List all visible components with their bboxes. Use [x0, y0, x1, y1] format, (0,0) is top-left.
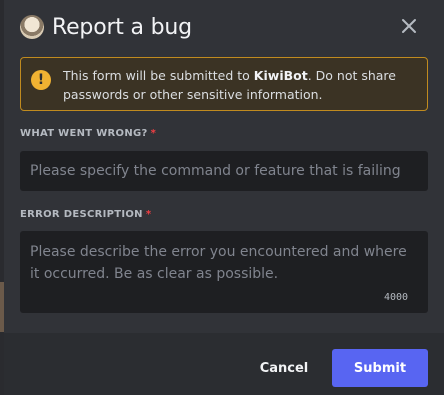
what-went-wrong-input[interactable] — [20, 151, 428, 191]
what-went-wrong-label: WHAT WENT WRONG? * — [20, 128, 156, 139]
avatar — [20, 15, 44, 39]
notice-bot-name: KiwiBot — [253, 68, 308, 83]
required-mark: * — [145, 209, 152, 220]
error-description-label-text: ERROR DESCRIPTION — [20, 209, 143, 220]
what-went-wrong-label-text: WHAT WENT WRONG? — [20, 128, 148, 139]
close-icon[interactable] — [399, 16, 419, 36]
cancel-button[interactable]: Cancel — [250, 350, 318, 386]
modal-header: Report a bug — [20, 10, 428, 44]
required-mark: * — [150, 128, 157, 139]
submit-button[interactable]: Submit — [332, 349, 428, 387]
error-description-label: ERROR DESCRIPTION * — [20, 209, 151, 220]
report-bug-modal: Report a bug ! This form will be submitt… — [4, 0, 444, 395]
notice-text: This form will be submitted to KiwiBot. … — [63, 66, 413, 104]
error-description-textarea[interactable] — [20, 231, 428, 313]
warning-notice: ! This form will be submitted to KiwiBot… — [20, 57, 428, 111]
notice-prefix: This form will be submitted to — [63, 68, 254, 83]
modal-title: Report a bug — [52, 14, 192, 40]
warning-icon: ! — [31, 70, 51, 90]
modal-footer: Cancel Submit — [4, 333, 444, 395]
char-limit-counter: 4000 — [384, 292, 409, 303]
